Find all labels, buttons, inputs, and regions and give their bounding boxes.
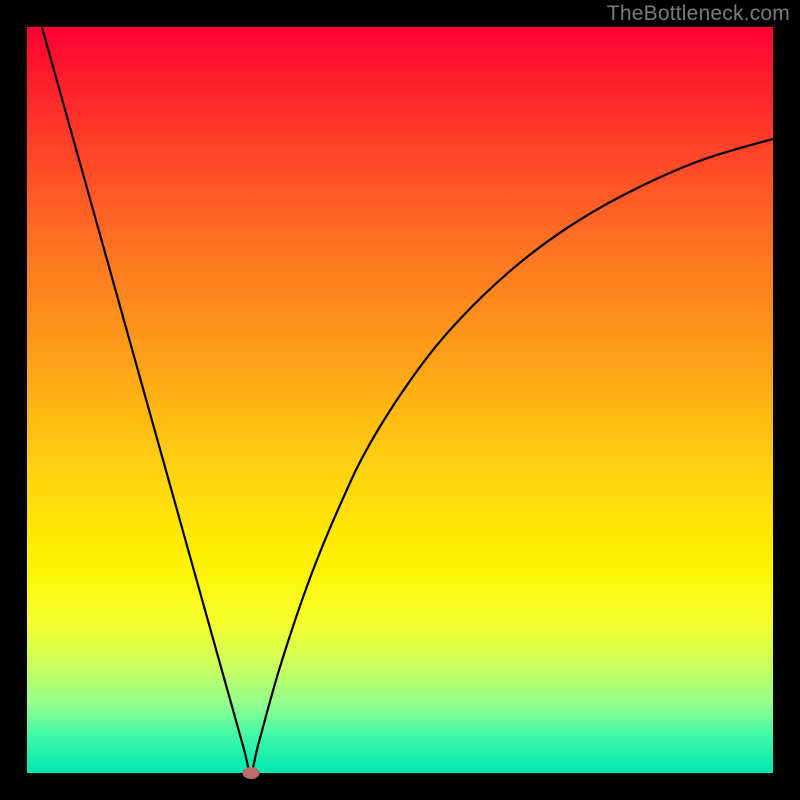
plot-area: [27, 27, 773, 773]
vertex-marker: [242, 767, 259, 779]
chart-frame: TheBottleneck.com: [0, 0, 800, 800]
watermark-text: TheBottleneck.com: [607, 2, 790, 26]
curve-path: [42, 27, 773, 773]
bottleneck-curve: [27, 27, 773, 773]
